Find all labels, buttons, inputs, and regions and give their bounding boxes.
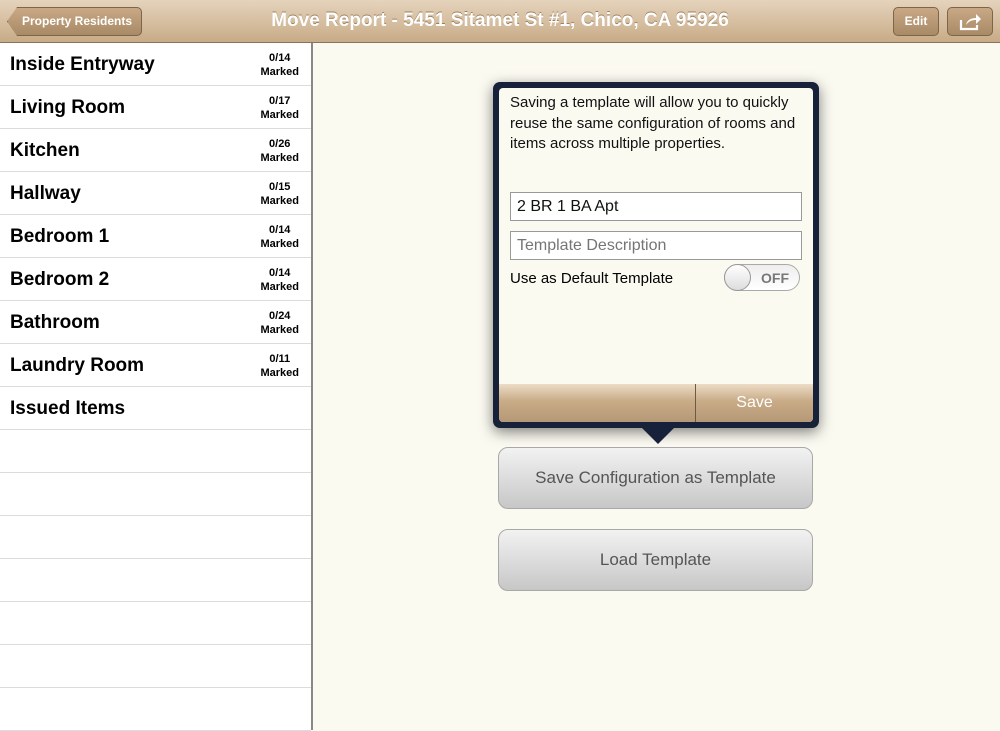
popover-toolbar: Save [499,384,813,422]
room-row[interactable]: Bedroom 2 0/14 Marked [0,258,311,301]
room-progress: 0/17 Marked [260,94,299,122]
marked-count: 0/11 [269,353,291,365]
marked-count: 0/14 [269,52,291,64]
room-name: Laundry Room [10,355,145,376]
empty-row [0,645,311,688]
room-progress: 0/14 Marked [260,266,299,294]
marked-label: Marked [260,109,299,121]
load-template-button[interactable]: Load Template [498,529,813,591]
room-name: Hallway [10,183,81,204]
room-name: Bedroom 2 [10,269,110,290]
marked-count: 0/14 [269,224,291,236]
toggle-knob [724,264,751,291]
share-icon [959,14,981,31]
room-progress: 0/15 Marked [260,180,299,208]
toggle-state: OFF [761,270,789,286]
empty-row [0,516,311,559]
room-name: Kitchen [10,140,80,161]
room-name: Bedroom 1 [10,226,110,247]
room-name: Issued Items [10,398,126,419]
marked-label: Marked [260,195,299,207]
room-progress: 0/11 Marked [260,352,299,380]
popover-arrow [642,428,674,444]
room-row[interactable]: Laundry Room 0/11 Marked [0,344,311,387]
marked-label: Marked [260,66,299,78]
edit-button[interactable]: Edit [893,7,939,36]
room-row[interactable]: Bathroom 0/24 Marked [0,301,311,344]
room-name: Bathroom [10,312,100,333]
marked-label: Marked [260,367,299,379]
empty-row [0,602,311,645]
room-progress: 0/26 Marked [260,137,299,165]
template-description-input[interactable] [510,231,802,260]
nav-bar: Property Residents Move Report - 5451 Si… [0,0,1000,43]
room-progress: 0/14 Marked [260,51,299,79]
room-row[interactable]: Living Room 0/17 Marked [0,86,311,129]
room-progress: 0/24 Marked [260,309,299,337]
popover-description: Saving a template will allow you to quic… [510,94,796,152]
room-list: Inside Entryway 0/14 Marked Living Room 0/17… [0,43,313,731]
marked-count: 0/14 [269,267,291,279]
room-name: Inside Entryway [10,54,155,75]
save-button[interactable]: Save [696,394,813,412]
default-template-toggle[interactable]: OFF [724,264,800,291]
room-progress: 0/14 Marked [260,223,299,251]
room-name: Living Room [10,97,126,118]
marked-count: 0/26 [269,138,291,150]
room-row[interactable]: Issued Items [0,387,311,430]
room-row[interactable]: Bedroom 1 0/14 Marked [0,215,311,258]
room-row[interactable]: Kitchen 0/26 Marked [0,129,311,172]
template-name-input[interactable] [510,192,802,221]
save-configuration-button[interactable]: Save Configuration as Template [498,447,813,509]
empty-row [0,688,311,731]
marked-label: Marked [260,324,299,336]
marked-count: 0/15 [269,181,291,193]
marked-label: Marked [260,238,299,250]
empty-row [0,473,311,516]
empty-row [0,559,311,602]
marked-count: 0/17 [269,95,291,107]
marked-label: Marked [260,152,299,164]
default-template-label: Use as Default Template [510,270,674,287]
marked-count: 0/24 [269,310,291,322]
page-title: Move Report - 5451 Sitamet St #1, Chico,… [271,10,729,31]
room-row[interactable]: Hallway 0/15 Marked [0,172,311,215]
room-row[interactable]: Inside Entryway 0/14 Marked [0,43,311,86]
save-template-popover: Saving a template will allow you to quic… [493,82,819,428]
marked-label: Marked [260,281,299,293]
share-button[interactable] [947,7,993,36]
empty-row [0,430,311,473]
